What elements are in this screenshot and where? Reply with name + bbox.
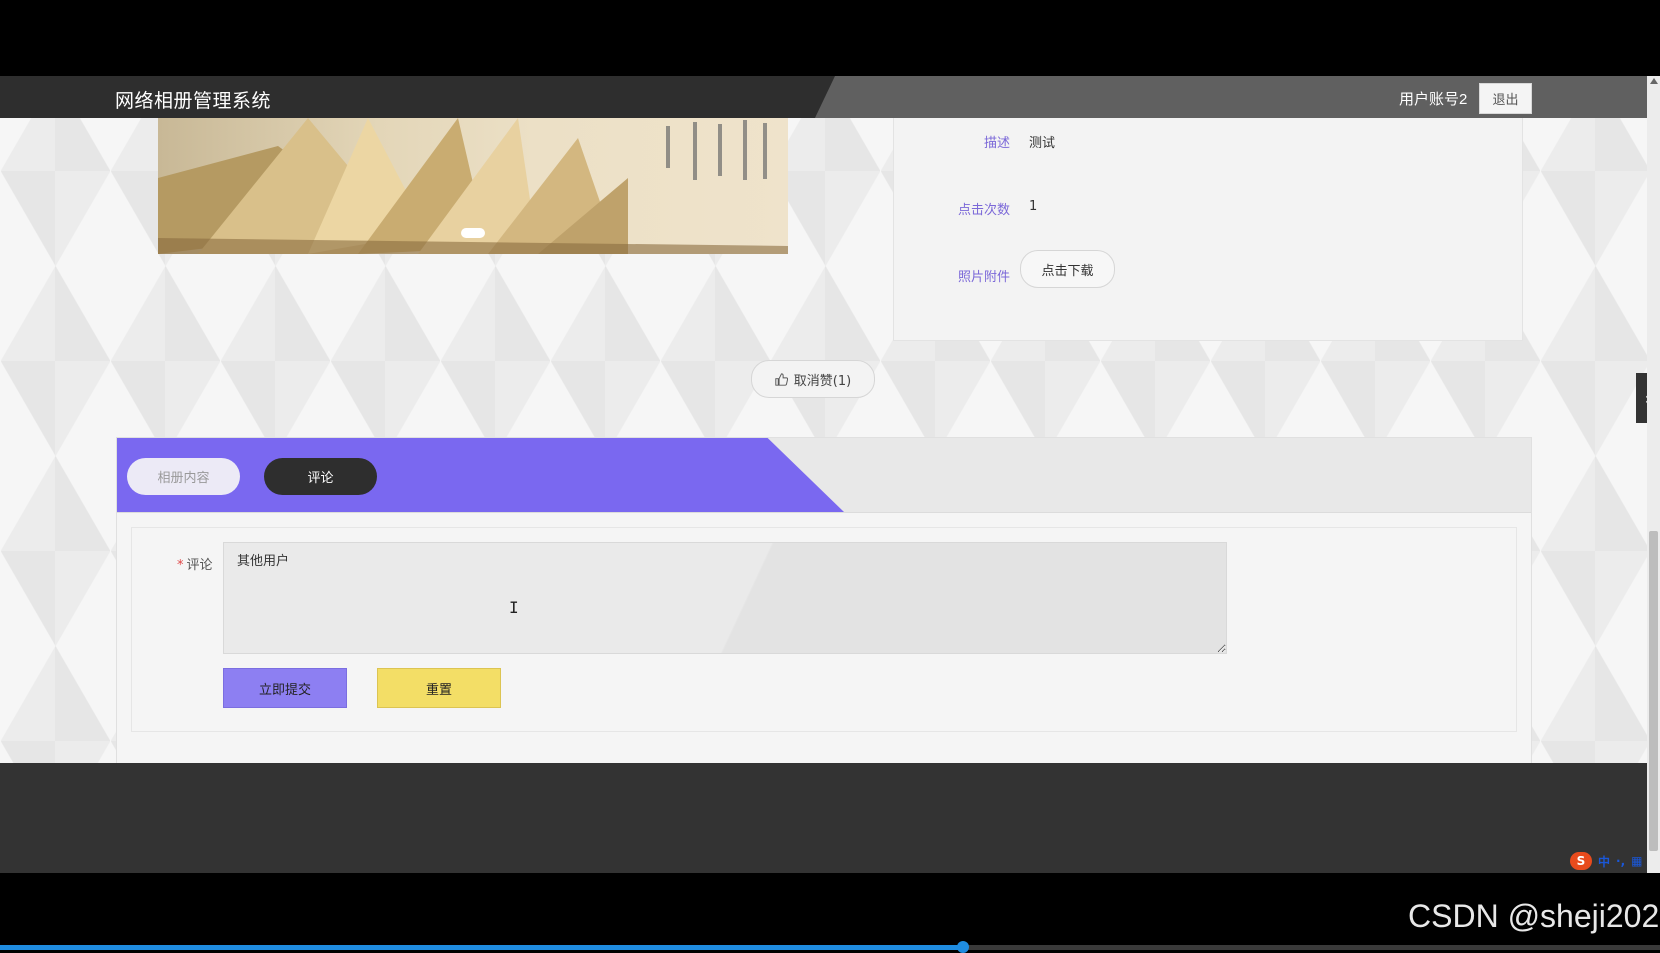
tab-album-content[interactable]: 相册内容 (127, 458, 240, 495)
username-label: 用户账号2 (1399, 91, 1468, 108)
scroll-up-arrow-icon[interactable] (1650, 78, 1658, 84)
tab-section: 相册内容 评论 *评论 I 立即提交 重置 (116, 437, 1532, 764)
comment-label-text: 评论 (186, 558, 213, 573)
ime-punctuation-indicator[interactable]: ·, (1616, 854, 1625, 868)
attachment-label: 照片附件 (957, 270, 1010, 285)
download-button[interactable]: 点击下载 (1020, 250, 1115, 288)
scrollbar-thumb[interactable] (1649, 531, 1658, 851)
ime-language-indicator[interactable]: 中 (1598, 853, 1610, 870)
browser-viewport: 网络相册管理系统 用户账号2 退出 描述 测试 点击次数 1 照片附件 点击下载… (0, 76, 1647, 873)
video-progress-knob[interactable] (956, 941, 969, 953)
top-navbar: 网络相册管理系统 用户账号2 退出 (0, 76, 1647, 118)
csdn-watermark: CSDN @sheji202 (1408, 898, 1660, 934)
ime-toolbar[interactable]: S 中 ·, ▦ (1570, 850, 1658, 872)
video-progress-bar[interactable] (0, 941, 1660, 953)
tab-bar: 相册内容 评论 (117, 438, 1531, 513)
comment-field-label: * 评论 (177, 554, 213, 573)
logout-button[interactable]: 退出 (1479, 83, 1532, 114)
reset-button[interactable]: 重置 (377, 668, 501, 708)
text-cursor-icon: I (509, 598, 519, 617)
video-progress-fill (0, 945, 963, 950)
required-mark: * (177, 558, 184, 573)
page-footer (0, 763, 1647, 873)
carousel-indicator[interactable] (461, 228, 485, 238)
album-photo-carousel (158, 118, 788, 254)
unlike-label: 取消赞(1) (793, 373, 852, 389)
clicks-label: 点击次数 (957, 203, 1010, 218)
vertical-scrollbar[interactable] (1647, 76, 1660, 873)
thumbs-up-icon (775, 372, 788, 386)
sogou-ime-logo-icon[interactable]: S (1570, 852, 1592, 870)
photo-details-panel: 描述 测试 点击次数 1 照片附件 点击下载 (893, 118, 1523, 341)
description-label: 描述 (983, 136, 1010, 151)
comment-form: *评论 I 立即提交 重置 (131, 527, 1517, 732)
clicks-value: 1 (1029, 199, 1038, 214)
ime-grid-icon[interactable]: ▦ (1631, 854, 1642, 868)
tab-comments[interactable]: 评论 (264, 458, 377, 495)
comment-textarea[interactable] (223, 542, 1227, 654)
unlike-button[interactable]: 取消赞(1) (751, 360, 875, 398)
description-value: 测试 (1029, 136, 1056, 151)
site-title[interactable]: 网络相册管理系统 (115, 86, 271, 113)
submit-button[interactable]: 立即提交 (223, 668, 347, 708)
